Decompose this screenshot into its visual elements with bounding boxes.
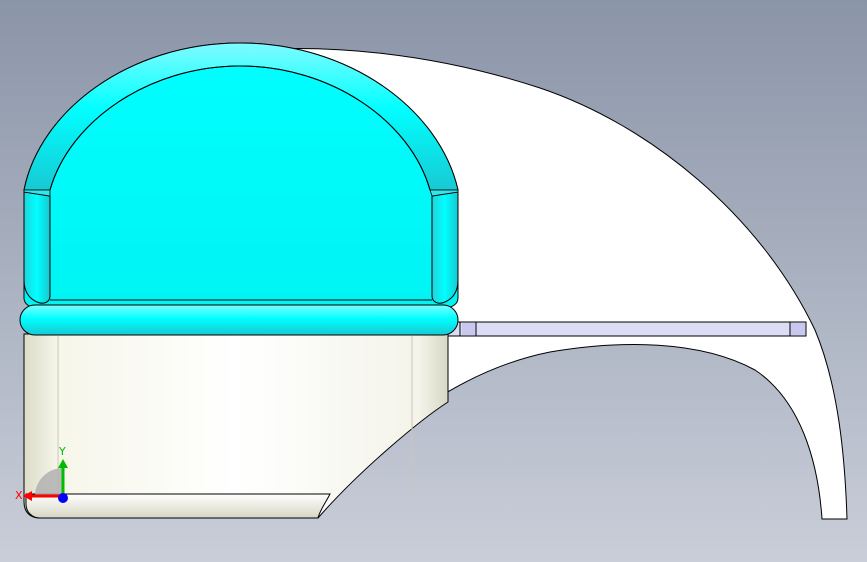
bottom-bead	[19, 304, 459, 336]
side-rail	[445, 321, 807, 337]
graphics-viewport[interactable]: Y X	[0, 0, 867, 562]
y-axis-label: Y	[58, 445, 66, 458]
x-axis-label: X	[15, 489, 23, 502]
model-view[interactable]: Y X	[0, 0, 867, 562]
z-axis-dot	[58, 493, 68, 503]
